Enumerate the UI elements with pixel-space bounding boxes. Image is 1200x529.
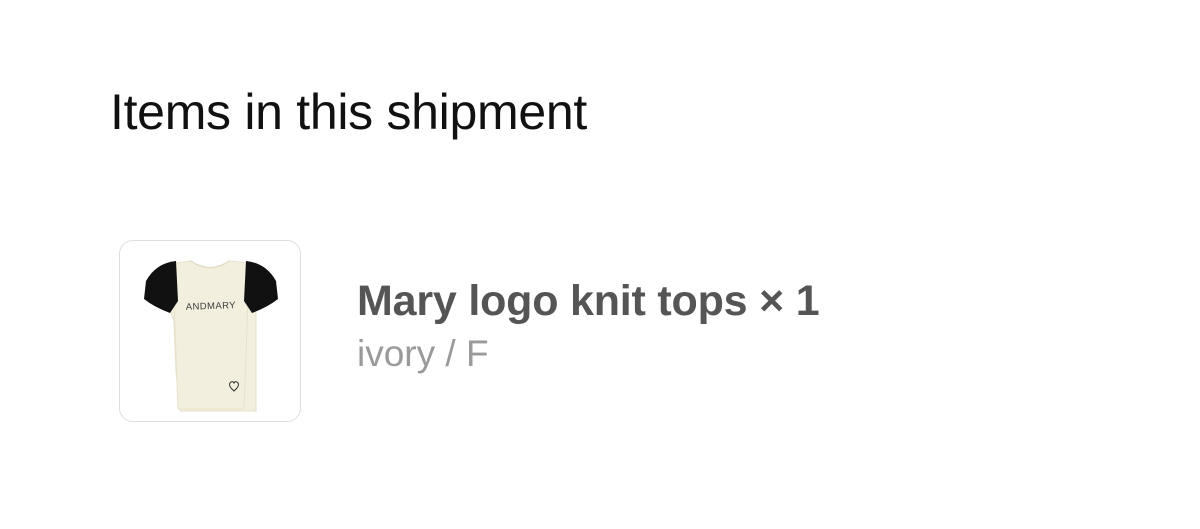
knit-top-product-image: ANDMARY [144,260,278,412]
item-title-line[interactable]: Mary logo knit tops × 1 [357,276,820,328]
product-brand-label: ANDMARY [186,300,237,313]
shipment-section-title: Items in this shipment [110,84,587,140]
item-quantity: × 1 [759,277,820,325]
item-name: Mary logo knit tops [357,277,748,325]
shipment-item-row[interactable]: ANDMARY Mary logo knit tops × 1 ivory / … [119,240,1019,424]
product-thumbnail[interactable]: ANDMARY [119,240,301,422]
item-info: Mary logo knit tops × 1 ivory / F [357,276,820,376]
item-option: ivory / F [357,332,489,374]
